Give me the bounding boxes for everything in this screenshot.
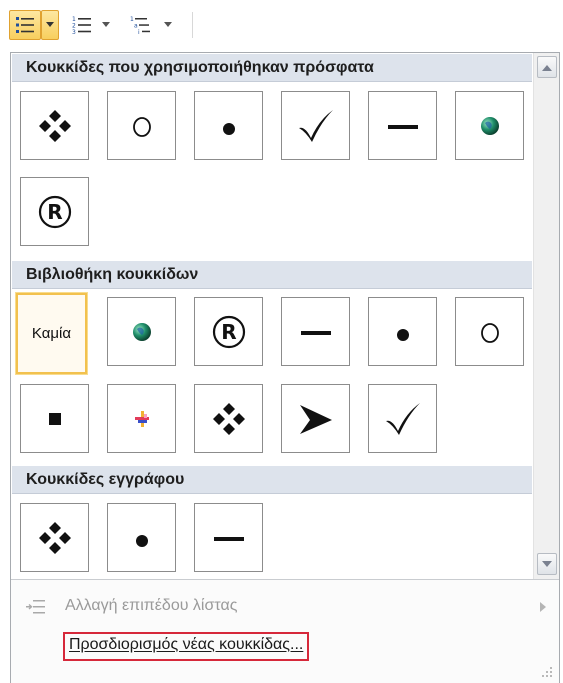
checkmark-icon (298, 109, 333, 142)
bullet-option-filled-circle-document[interactable] (107, 503, 176, 572)
bullet-option-filled-circle[interactable] (194, 91, 263, 160)
bullet-option-globe-library[interactable] (107, 297, 176, 366)
numbering-icon: 1 2 3 (72, 16, 91, 35)
globe-icon (480, 116, 499, 135)
chevron-down-icon (542, 560, 552, 567)
change-list-level-item[interactable]: Αλλαγή επιπέδου λίστας (11, 589, 559, 623)
svg-text:3: 3 (72, 29, 76, 35)
dash-icon (300, 330, 331, 335)
bullet-option-filled-circle-library[interactable] (368, 297, 437, 366)
bullet-option-dash[interactable] (368, 91, 437, 160)
multilevel-list-icon: 1 a i (130, 16, 150, 35)
multilevel-dropdown-button[interactable] (160, 10, 176, 40)
registered-icon: R (38, 195, 71, 228)
bullet-gallery: Κουκκίδες που χρησιμοποιήθηκαν πρόσφατα … (10, 52, 560, 580)
scroll-down-button[interactable] (537, 553, 557, 575)
section-header-recent: Κουκκίδες που χρησιμοποιήθηκαν πρόσφατα (12, 54, 532, 82)
bullet-option-arrowhead[interactable] (281, 384, 350, 453)
bullet-option-checkmark[interactable] (281, 91, 350, 160)
globe-icon (132, 322, 151, 341)
registered-icon: R (212, 315, 245, 348)
define-new-bullet-label: Προσδιορισμός νέας κουκκίδας... (69, 636, 304, 653)
four-diamonds-icon (212, 402, 245, 435)
section-header-document: Κουκκίδες εγγράφου (12, 466, 532, 494)
bullets-icon (16, 17, 34, 33)
chevron-down-icon (102, 22, 110, 27)
arrowhead-icon (299, 404, 332, 434)
scroll-up-button[interactable] (537, 56, 557, 78)
bullet-option-globe[interactable] (455, 91, 524, 160)
toolbar-separator (192, 12, 193, 38)
bullet-option-hollow-circle-library[interactable] (455, 297, 524, 366)
none-label: Καμία (31, 325, 72, 342)
bullet-option-hollow-circle[interactable] (107, 91, 176, 160)
dash-icon (213, 536, 244, 541)
bullet-option-dash-library[interactable] (281, 297, 350, 366)
bullet-option-checkmark-library[interactable] (368, 384, 437, 453)
gallery-scrollbar[interactable] (533, 53, 559, 580)
numbering-button[interactable]: 1 2 3 (66, 10, 98, 40)
multilevel-list-button[interactable]: 1 a i (122, 10, 160, 40)
chevron-up-icon (542, 64, 552, 71)
bullet-option-square[interactable] (20, 384, 89, 453)
bullet-option-diamonds[interactable] (20, 91, 89, 160)
hollow-circle-icon (480, 322, 499, 343)
bullet-option-color-cross[interactable] (107, 384, 176, 453)
change-list-level-label: Αλλαγή επιπέδου λίστας (65, 597, 238, 614)
bullet-option-registered-library[interactable]: R (194, 297, 263, 366)
list-toolbar: 1 2 3 1 a i (0, 0, 563, 52)
chevron-right-icon (540, 602, 546, 612)
dash-icon (387, 124, 418, 129)
menu-divider (11, 579, 559, 580)
filled-square-icon (48, 412, 61, 425)
svg-text:R: R (221, 320, 236, 344)
filled-circle-icon (222, 122, 235, 135)
section-header-library: Βιβλιοθήκη κουκκίδων (12, 261, 532, 289)
bullet-option-registered[interactable]: R (20, 177, 89, 246)
chevron-down-icon (46, 22, 54, 27)
numbering-dropdown-button[interactable] (98, 10, 114, 40)
bullet-option-none[interactable]: Καμία (16, 293, 87, 374)
hollow-circle-icon (132, 116, 151, 137)
bullets-dropdown-button[interactable] (41, 10, 59, 40)
bullet-menu: Αλλαγή επιπέδου λίστας Προσδιορισμός νέα… (10, 579, 560, 683)
list-level-icon (26, 600, 45, 614)
checkmark-icon (385, 402, 420, 435)
svg-text:R: R (47, 200, 62, 224)
filled-circle-icon (396, 328, 409, 341)
filled-circle-icon (135, 534, 148, 547)
svg-text:i: i (138, 29, 140, 35)
four-diamonds-icon (38, 521, 71, 554)
four-diamonds-icon (38, 109, 71, 142)
bullets-button[interactable] (9, 10, 41, 40)
bullet-option-dash-document[interactable] (194, 503, 263, 572)
bullet-option-diamonds-document[interactable] (20, 503, 89, 572)
color-cross-icon (134, 410, 149, 427)
resize-grip-icon[interactable] (541, 665, 553, 677)
chevron-down-icon (164, 22, 172, 27)
define-new-bullet-item[interactable]: Προσδιορισμός νέας κουκκίδας... (63, 632, 310, 661)
bullet-option-diamonds-library[interactable] (194, 384, 263, 453)
